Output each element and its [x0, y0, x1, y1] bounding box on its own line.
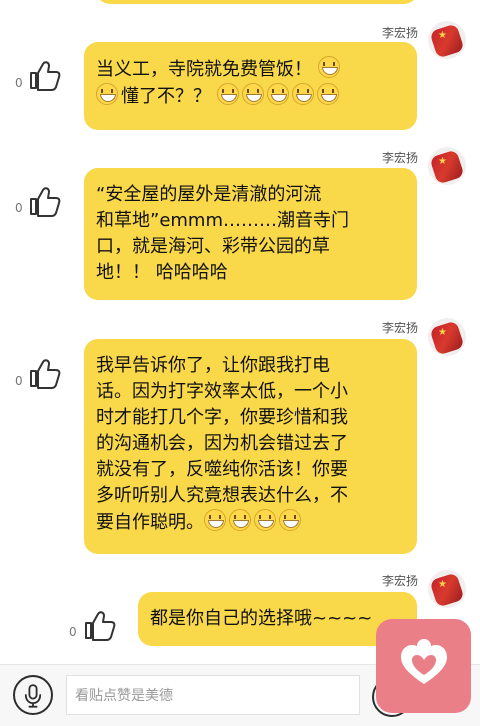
message-bubble[interactable]: 当义工，寺院就免费管饭！ 懂了不？？ — [84, 42, 417, 130]
message-line: 时才能打几个字，你要珍惜和我 — [96, 407, 348, 428]
like-count: 0 — [69, 625, 77, 639]
reply-input[interactable]: 看贴点赞是美德 — [66, 675, 360, 715]
grin-emoji-icon — [316, 83, 339, 105]
avatar-flag-image — [429, 149, 465, 185]
grin-emoji-icon — [279, 509, 301, 531]
sender-avatar[interactable]: ★ — [428, 21, 466, 59]
message-line: 地！！ 哈哈哈哈 — [96, 262, 228, 283]
message-line: 懂了不？？ — [96, 83, 403, 110]
message-line: 都是你自己的选择哦~~~~ — [150, 608, 373, 629]
favorite-button[interactable] — [376, 619, 471, 713]
thumbs-up-icon[interactable] — [28, 185, 62, 217]
thumbs-up-icon[interactable] — [28, 357, 62, 389]
grin-emoji-icon — [216, 83, 239, 105]
avatar-star-icon: ★ — [438, 327, 447, 338]
grin-emoji-icon — [241, 83, 264, 105]
grin-emoji-icon — [204, 509, 226, 531]
thumbs-up-icon[interactable] — [28, 59, 62, 91]
avatar-star-icon: ★ — [438, 579, 447, 590]
grin-emoji-icon — [317, 56, 340, 78]
sender-name: 李宏扬 — [381, 26, 418, 40]
avatar-flag-image — [429, 320, 465, 356]
sender-avatar[interactable]: ★ — [428, 570, 466, 608]
message-line: 就没有了，反噬纯你活该！你要 — [96, 459, 348, 480]
grin-emoji-icon — [96, 83, 118, 105]
message-line: “安全屋的屋外是清澈的河流 — [96, 184, 322, 205]
message-line: 当义工，寺院就免费管饭！ — [96, 56, 403, 83]
grin-emoji-icon — [266, 83, 289, 105]
message-bubble[interactable]: “安全屋的屋外是清澈的河流 和草地”emmm………潮音寺门 口，就是海河、彩带公… — [84, 168, 417, 300]
avatar-flag-image — [429, 23, 465, 59]
avatar-star-icon: ★ — [438, 30, 447, 41]
sender-avatar[interactable]: ★ — [428, 318, 466, 356]
heart-icon — [401, 639, 447, 684]
grin-emoji-icon — [229, 509, 251, 531]
previous-message-bubble-fragment — [96, 0, 418, 4]
message-line: 的沟通机会，因为机会错过去了 — [96, 433, 348, 454]
message-line: 口，就是海河、彩带公园的草 — [96, 236, 330, 257]
like-count: 0 — [15, 201, 23, 215]
sender-name: 李宏扬 — [381, 574, 418, 588]
thumbs-up-icon[interactable] — [83, 609, 117, 641]
grin-emoji-icon — [254, 509, 276, 531]
grin-emoji-icon — [291, 83, 314, 105]
sender-name: 李宏扬 — [381, 151, 418, 165]
message-line: 和草地”emmm………潮音寺门 — [96, 210, 350, 231]
like-count: 0 — [15, 76, 23, 90]
avatar-flag-image — [429, 572, 465, 608]
sender-name: 李宏扬 — [381, 321, 418, 335]
message-line: 我早告诉你了，让你跟我打电 — [96, 355, 330, 376]
microphone-icon[interactable] — [13, 675, 53, 715]
like-count: 0 — [15, 374, 23, 388]
message-line: 话。因为打字效率太低，一个小 — [96, 381, 348, 402]
sender-avatar[interactable]: ★ — [428, 147, 466, 185]
message-line: 要自作聪明。 — [96, 509, 403, 536]
message-line: 多听听别人究竟想表达什么，不 — [96, 485, 348, 506]
avatar-star-icon: ★ — [438, 156, 447, 167]
message-bubble[interactable]: 我早告诉你了，让你跟我打电 话。因为打字效率太低，一个小 时才能打几个字，你要珍… — [84, 339, 417, 554]
